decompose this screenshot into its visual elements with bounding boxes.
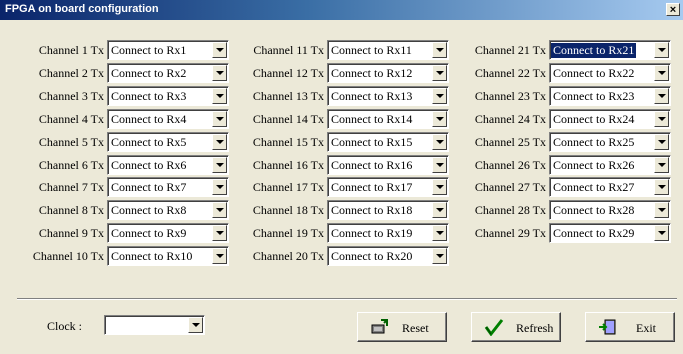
chevron-down-icon[interactable]: [432, 248, 447, 264]
refresh-button-label: Refresh: [516, 321, 554, 335]
channel-select-value: Connect to Rx26: [553, 158, 635, 172]
divider: [17, 298, 677, 300]
channel-select[interactable]: Connect to Rx28: [549, 200, 671, 220]
chevron-down-icon[interactable]: [654, 88, 669, 104]
channel-select[interactable]: Connect to Rx27: [549, 177, 671, 197]
channel-select[interactable]: Connect to Rx25: [549, 132, 671, 152]
channel-label: Channel 29 Tx: [474, 226, 546, 240]
close-button[interactable]: ×: [666, 3, 680, 16]
channel-label: Channel 21 Tx: [474, 43, 546, 57]
exit-button[interactable]: Exit: [585, 312, 675, 342]
channel-label: Channel 27 Tx: [474, 180, 546, 194]
channel-select[interactable]: Connect to Rx20: [327, 246, 449, 266]
channel-select-value: Connect to Rx28: [553, 203, 635, 217]
clock-label: Clock :: [47, 319, 82, 333]
channel-label: Channel 23 Tx: [474, 89, 546, 103]
check-icon: [484, 319, 504, 336]
chevron-down-icon[interactable]: [654, 65, 669, 81]
refresh-button[interactable]: Refresh: [471, 312, 561, 342]
clock-select[interactable]: [104, 315, 205, 335]
channel-select-value: Connect to Rx27: [553, 180, 635, 194]
exit-icon: [599, 319, 616, 335]
reset-button-label: Reset: [402, 321, 429, 335]
channel-select-value: Connect to Rx24: [553, 112, 635, 126]
chevron-down-icon[interactable]: [188, 317, 203, 333]
channel-select-value: Connect to Rx25: [553, 135, 635, 149]
channel-select-value: Connect to Rx22: [553, 66, 635, 80]
chevron-down-icon[interactable]: [654, 202, 669, 218]
channel-select[interactable]: Connect to Rx29: [549, 223, 671, 243]
channel-label: Channel 24 Tx: [474, 112, 546, 126]
channel-select[interactable]: Connect to Rx21: [549, 40, 671, 60]
chevron-down-icon[interactable]: [654, 179, 669, 195]
channel-label: Channel 26 Tx: [474, 158, 546, 172]
channel-label: Channel 22 Tx: [474, 66, 546, 80]
exit-button-label: Exit: [636, 321, 656, 335]
channel-select[interactable]: Connect to Rx23: [549, 86, 671, 106]
reset-button[interactable]: Reset: [357, 312, 447, 342]
chevron-down-icon[interactable]: [654, 225, 669, 241]
chevron-down-icon[interactable]: [654, 157, 669, 173]
channel-select-value: Connect to Rx21: [551, 43, 637, 58]
channel-select-value: Connect to Rx23: [553, 89, 635, 103]
channel-select[interactable]: Connect to Rx22: [549, 63, 671, 83]
channel-select[interactable]: Connect to Rx24: [549, 109, 671, 129]
channel-label: Channel 28 Tx: [474, 203, 546, 217]
chevron-down-icon[interactable]: [654, 111, 669, 127]
chevron-down-icon[interactable]: [654, 42, 669, 58]
chevron-down-icon[interactable]: [654, 134, 669, 150]
channel-label: Channel 25 Tx: [474, 135, 546, 149]
reset-icon: [371, 319, 388, 334]
dialog-window: FPGA on board configuration × Channel 1 …: [0, 0, 683, 354]
channel-label: Channel 20 Tx: [252, 249, 324, 263]
title-bar: FPGA on board configuration ×: [0, 0, 683, 20]
channel-select-value: Connect to Rx20: [331, 249, 413, 263]
window-title: FPGA on board configuration: [5, 3, 159, 15]
channel-select-value: Connect to Rx29: [553, 226, 635, 240]
channel-select[interactable]: Connect to Rx26: [549, 155, 671, 175]
